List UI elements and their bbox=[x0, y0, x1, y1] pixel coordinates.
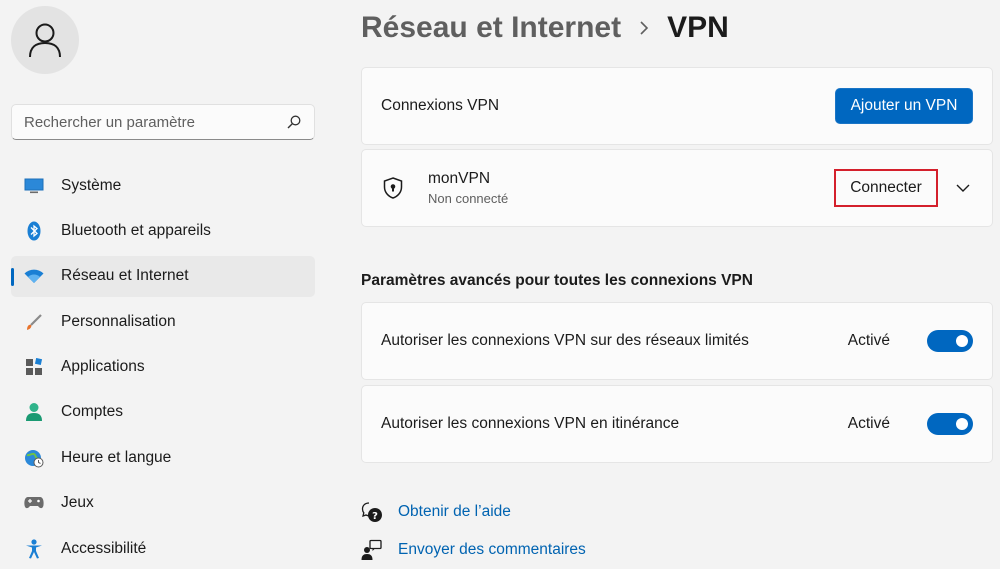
vpn-status: Non connecté bbox=[428, 191, 509, 206]
feedback-link[interactable]: Envoyer des commentaires bbox=[361, 539, 586, 561]
search-icon[interactable] bbox=[286, 114, 302, 130]
toggle-knob bbox=[956, 418, 968, 430]
help-link[interactable]: ? Obtenir de l’aide bbox=[361, 501, 511, 523]
sidebar-item-reseau[interactable]: Réseau et Internet bbox=[11, 255, 315, 297]
feedback-link-text[interactable]: Envoyer des commentaires bbox=[398, 541, 586, 559]
vpn-name: monVPN bbox=[428, 170, 491, 187]
avatar[interactable] bbox=[11, 6, 79, 74]
setting-roaming: Autoriser les connexions VPN en itinéran… bbox=[361, 385, 993, 463]
metered-networks-toggle[interactable] bbox=[927, 330, 973, 352]
vpn-item-card[interactable]: monVPN Non connecté Connecter bbox=[361, 149, 993, 227]
monitor-icon bbox=[24, 176, 44, 196]
search-input[interactable]: Rechercher un paramètre bbox=[11, 104, 315, 140]
bluetooth-icon bbox=[24, 221, 44, 241]
sidebar-item-heure[interactable]: Heure et langue bbox=[11, 437, 315, 478]
accessibility-icon bbox=[24, 539, 44, 559]
sidebar-item-label: Réseau et Internet bbox=[61, 267, 189, 285]
apps-icon bbox=[24, 357, 44, 377]
gamepad-icon bbox=[24, 493, 44, 513]
connect-button[interactable]: Connecter bbox=[834, 169, 938, 207]
sidebar-item-label: Heure et langue bbox=[61, 448, 172, 466]
breadcrumb-parent[interactable]: Réseau et Internet bbox=[361, 11, 621, 45]
sidebar-item-personnalisation[interactable]: Personnalisation bbox=[11, 301, 315, 342]
sidebar-item-bluetooth[interactable]: Bluetooth et appareils bbox=[11, 210, 315, 251]
sidebar-item-accessibilite[interactable]: Accessibilité bbox=[11, 528, 315, 569]
sidebar-item-systeme[interactable]: Système bbox=[11, 165, 315, 206]
sidebar-nav: Système Bluetooth et appareils Réseau et… bbox=[11, 165, 315, 569]
setting-label: Autoriser les connexions VPN sur des rés… bbox=[381, 332, 749, 349]
sidebar-item-label: Accessibilité bbox=[61, 539, 147, 557]
help-icon: ? bbox=[361, 501, 383, 523]
vpn-connections-label: Connexions VPN bbox=[381, 97, 500, 114]
breadcrumb: Réseau et Internet VPN bbox=[361, 8, 729, 48]
sidebar-item-label: Comptes bbox=[61, 403, 124, 421]
person-icon bbox=[29, 23, 61, 58]
setting-label: Autoriser les connexions VPN en itinéran… bbox=[381, 415, 680, 432]
sidebar-item-label: Jeux bbox=[61, 494, 94, 512]
toggle-state-text: Activé bbox=[847, 332, 890, 349]
sidebar-item-jeux[interactable]: Jeux bbox=[11, 483, 315, 524]
sidebar-item-applications[interactable]: Applications bbox=[11, 347, 315, 388]
vpn-info: monVPN Non connecté bbox=[428, 170, 834, 206]
wifi-icon bbox=[24, 266, 44, 286]
roaming-toggle[interactable] bbox=[927, 413, 973, 435]
sidebar-item-label: Système bbox=[61, 176, 122, 194]
setting-metered-networks: Autoriser les connexions VPN sur des rés… bbox=[361, 302, 993, 380]
chevron-down-icon[interactable] bbox=[953, 178, 973, 198]
chevron-right-icon bbox=[639, 20, 649, 36]
toggle-state-text: Activé bbox=[847, 415, 890, 432]
toggle-knob bbox=[956, 335, 968, 347]
sidebar-item-label: Bluetooth et appareils bbox=[61, 221, 211, 239]
feedback-icon bbox=[361, 539, 383, 561]
shield-lock-icon bbox=[381, 176, 405, 200]
search-placeholder: Rechercher un paramètre bbox=[24, 113, 195, 131]
brush-icon bbox=[24, 312, 44, 332]
sidebar-item-label: Personnalisation bbox=[61, 312, 176, 330]
sidebar-item-label: Applications bbox=[61, 358, 145, 376]
page-title: VPN bbox=[667, 11, 729, 44]
section-title: Paramètres avancés pour toutes les conne… bbox=[361, 272, 753, 289]
sidebar-item-comptes[interactable]: Comptes bbox=[11, 392, 315, 433]
globe-clock-icon bbox=[24, 448, 44, 468]
svg-text:?: ? bbox=[372, 511, 378, 522]
vpn-connections-card: Connexions VPN Ajouter un VPN bbox=[361, 67, 993, 145]
add-vpn-button[interactable]: Ajouter un VPN bbox=[835, 88, 973, 124]
person-icon bbox=[24, 402, 44, 422]
help-link-text[interactable]: Obtenir de l’aide bbox=[398, 503, 511, 521]
